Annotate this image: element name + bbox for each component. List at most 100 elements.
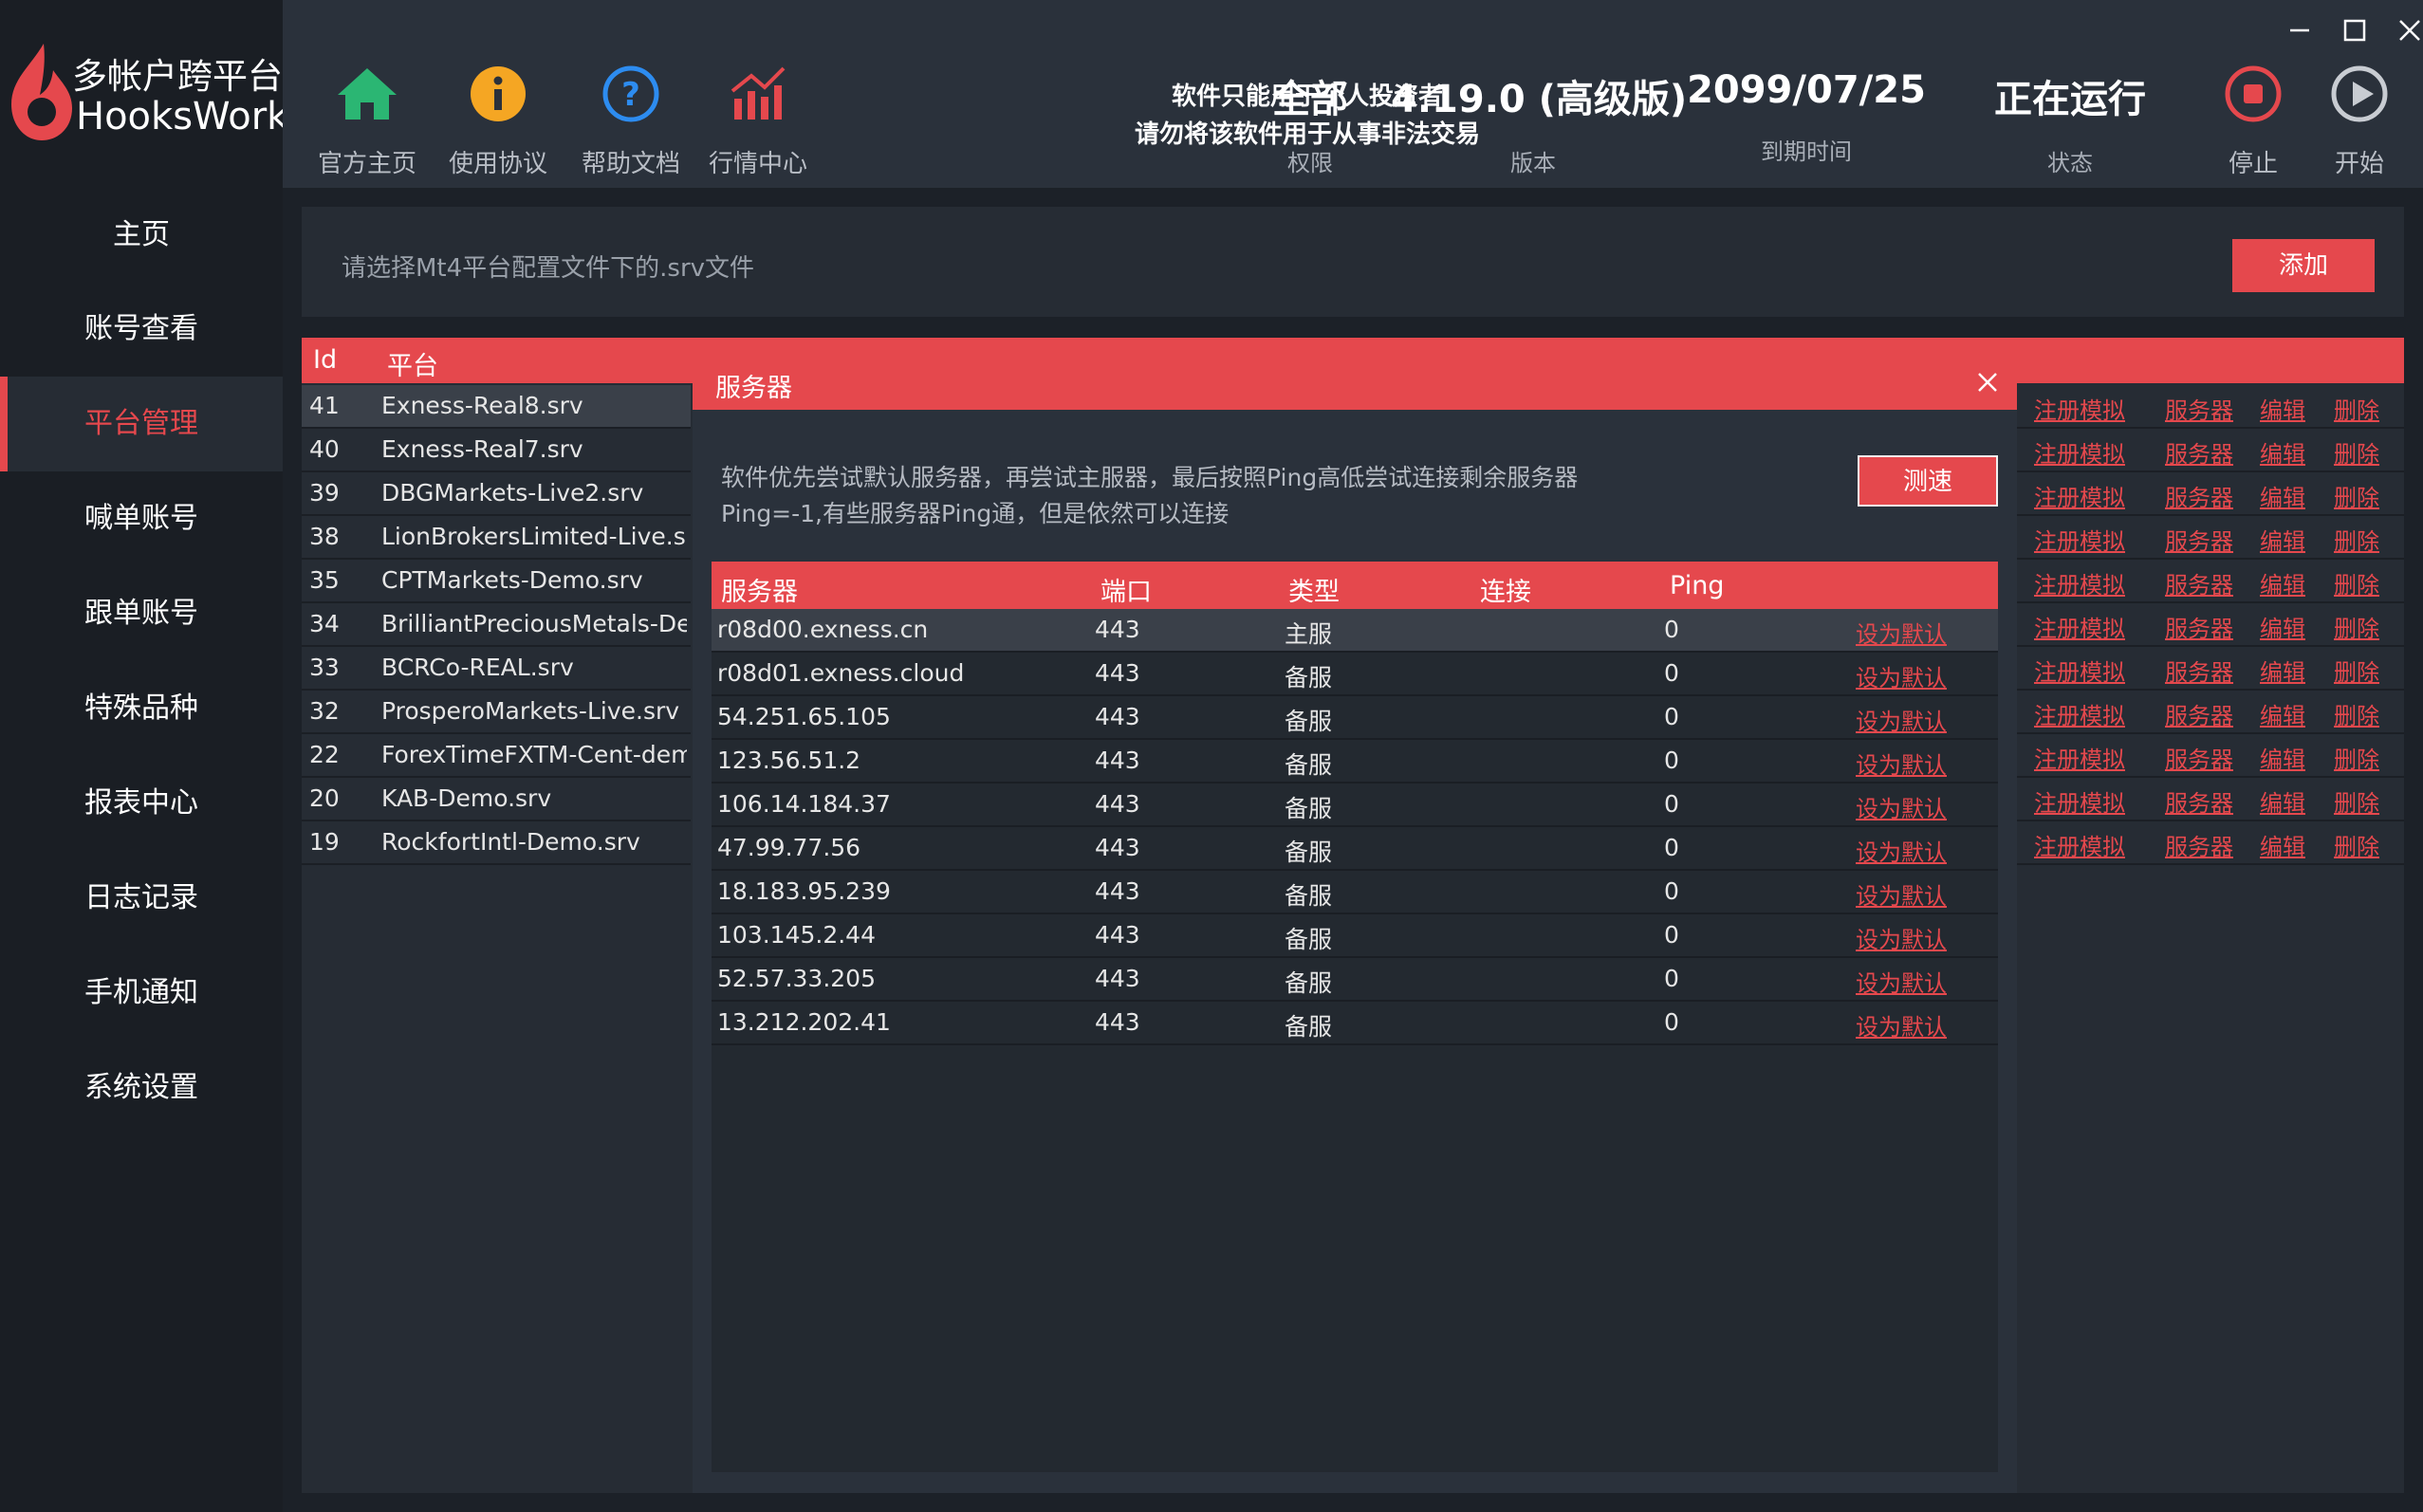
- col-type: 类型: [1288, 578, 1340, 607]
- speed-test-button[interactable]: 测速: [1858, 455, 1998, 507]
- edit-link[interactable]: 编辑: [2260, 523, 2305, 556]
- register-demo-link[interactable]: 注册模拟: [2034, 523, 2125, 556]
- servers-link[interactable]: 服务器: [2165, 479, 2233, 512]
- register-demo-link[interactable]: 注册模拟: [2034, 741, 2125, 774]
- server-row[interactable]: 54.251.65.105 443 备服 0 设为默认: [712, 696, 1998, 740]
- server-row[interactable]: 52.57.33.205 443 备服 0 设为默认: [712, 958, 1998, 1002]
- delete-link[interactable]: 删除: [2334, 654, 2379, 687]
- platform-row[interactable]: 41 Exness-Real8.srv: [302, 385, 691, 429]
- set-default-link[interactable]: 设为默认: [1856, 877, 1947, 911]
- register-demo-link[interactable]: 注册模拟: [2034, 610, 2125, 643]
- set-default-link[interactable]: 设为默认: [1856, 659, 1947, 692]
- stop-button[interactable]: 停止: [2201, 61, 2305, 179]
- register-demo-link[interactable]: 注册模拟: [2034, 654, 2125, 687]
- platform-row[interactable]: 38 LionBrokersLimited-Live.srv: [302, 516, 691, 560]
- servers-link[interactable]: 服务器: [2165, 566, 2233, 599]
- platform-row[interactable]: 35 CPTMarkets-Demo.srv: [302, 560, 691, 603]
- nav-mobile-notify[interactable]: 手机通知: [0, 946, 283, 1041]
- edit-link[interactable]: 编辑: [2260, 741, 2305, 774]
- register-demo-link[interactable]: 注册模拟: [2034, 566, 2125, 599]
- delete-link[interactable]: 删除: [2334, 435, 2379, 469]
- servers-link[interactable]: 服务器: [2165, 741, 2233, 774]
- set-default-link[interactable]: 设为默认: [1856, 747, 1947, 780]
- platform-row[interactable]: 20 KAB-Demo.srv: [302, 778, 691, 821]
- server-row[interactable]: 106.14.184.37 443 备服 0 设为默认: [712, 784, 1998, 827]
- delete-link[interactable]: 删除: [2334, 479, 2379, 512]
- server-row[interactable]: 123.56.51.2 443 备服 0 设为默认: [712, 740, 1998, 784]
- register-demo-link[interactable]: 注册模拟: [2034, 435, 2125, 469]
- platform-row[interactable]: 39 DBGMarkets-Live2.srv: [302, 472, 691, 516]
- maximize-icon[interactable]: [2336, 11, 2374, 49]
- server-row[interactable]: 47.99.77.56 443 备服 0 设为默认: [712, 827, 1998, 871]
- nav-follow-accounts[interactable]: 跟单账号: [0, 566, 283, 661]
- minimize-icon[interactable]: [2281, 11, 2319, 49]
- register-demo-link[interactable]: 注册模拟: [2034, 697, 2125, 730]
- edit-link[interactable]: 编辑: [2260, 479, 2305, 512]
- nav-logs[interactable]: 日志记录: [0, 851, 283, 946]
- edit-link[interactable]: 编辑: [2260, 784, 2305, 818]
- set-default-link[interactable]: 设为默认: [1856, 616, 1947, 649]
- nav-settings[interactable]: 系统设置: [0, 1041, 283, 1135]
- close-icon[interactable]: [1971, 366, 2004, 398]
- platform-row[interactable]: 19 RockfortIntl-Demo.srv: [302, 821, 691, 865]
- nav-account-view[interactable]: 账号查看: [0, 282, 283, 377]
- start-button[interactable]: 开始: [2307, 61, 2412, 179]
- register-demo-link[interactable]: 注册模拟: [2034, 784, 2125, 818]
- delete-link[interactable]: 删除: [2334, 697, 2379, 730]
- nav-reports[interactable]: 报表中心: [0, 756, 283, 851]
- delete-link[interactable]: 删除: [2334, 610, 2379, 643]
- edit-link[interactable]: 编辑: [2260, 697, 2305, 730]
- set-default-link[interactable]: 设为默认: [1856, 921, 1947, 954]
- set-default-link[interactable]: 设为默认: [1856, 703, 1947, 736]
- agreement-button[interactable]: 使用协议: [436, 61, 560, 179]
- set-default-link[interactable]: 设为默认: [1856, 790, 1947, 823]
- home-page-button[interactable]: 官方主页: [305, 61, 429, 179]
- register-demo-link[interactable]: 注册模拟: [2034, 392, 2125, 425]
- platform-row[interactable]: 33 BCRCo-REAL.srv: [302, 647, 691, 691]
- delete-link[interactable]: 删除: [2334, 784, 2379, 818]
- servers-link[interactable]: 服务器: [2165, 654, 2233, 687]
- server-row[interactable]: 18.183.95.239 443 备服 0 设为默认: [712, 871, 1998, 914]
- platform-row[interactable]: 32 ProsperoMarkets-Live.srv: [302, 691, 691, 734]
- servers-link[interactable]: 服务器: [2165, 828, 2233, 861]
- srv-file-input[interactable]: 请选择Mt4平台配置文件下的.srv文件: [342, 249, 754, 284]
- server-row[interactable]: r08d01.exness.cloud 443 备服 0 设为默认: [712, 653, 1998, 696]
- server-row[interactable]: 13.212.202.41 443 备服 0 设为默认: [712, 1002, 1998, 1045]
- platform-row[interactable]: 22 ForexTimeFXTM-Cent-demo.srv: [302, 734, 691, 778]
- edit-link[interactable]: 编辑: [2260, 828, 2305, 861]
- edit-link[interactable]: 编辑: [2260, 610, 2305, 643]
- nav-home[interactable]: 主页: [0, 188, 283, 283]
- nav-platform-management[interactable]: 平台管理: [0, 377, 283, 471]
- register-demo-link[interactable]: 注册模拟: [2034, 479, 2125, 512]
- set-default-link[interactable]: 设为默认: [1856, 965, 1947, 998]
- edit-link[interactable]: 编辑: [2260, 566, 2305, 599]
- nav-special-symbols[interactable]: 特殊品种: [0, 661, 283, 756]
- register-demo-link[interactable]: 注册模拟: [2034, 828, 2125, 861]
- nav-signal-accounts[interactable]: 喊单账号: [0, 471, 283, 566]
- servers-link[interactable]: 服务器: [2165, 784, 2233, 818]
- help-docs-button[interactable]: ? 帮助文档: [569, 61, 693, 179]
- platform-row[interactable]: 34 BrilliantPreciousMetals-Demo.srv: [302, 603, 691, 647]
- delete-link[interactable]: 删除: [2334, 392, 2379, 425]
- edit-link[interactable]: 编辑: [2260, 654, 2305, 687]
- edit-link[interactable]: 编辑: [2260, 435, 2305, 469]
- server-row[interactable]: 103.145.2.44 443 备服 0 设为默认: [712, 914, 1998, 958]
- servers-link[interactable]: 服务器: [2165, 523, 2233, 556]
- add-button[interactable]: 添加: [2232, 239, 2375, 292]
- server-row[interactable]: r08d00.exness.cn 443 主服 0 设为默认: [712, 609, 1998, 653]
- edit-link[interactable]: 编辑: [2260, 392, 2305, 425]
- delete-link[interactable]: 删除: [2334, 828, 2379, 861]
- platform-row[interactable]: 40 Exness-Real7.srv: [302, 429, 691, 472]
- platform-action-row: 注册模拟 服务器 编辑 删除: [2017, 516, 2404, 560]
- servers-link[interactable]: 服务器: [2165, 392, 2233, 425]
- delete-link[interactable]: 删除: [2334, 523, 2379, 556]
- servers-link[interactable]: 服务器: [2165, 435, 2233, 469]
- delete-link[interactable]: 删除: [2334, 741, 2379, 774]
- set-default-link[interactable]: 设为默认: [1856, 1008, 1947, 1042]
- servers-link[interactable]: 服务器: [2165, 610, 2233, 643]
- set-default-link[interactable]: 设为默认: [1856, 834, 1947, 867]
- servers-link[interactable]: 服务器: [2165, 697, 2233, 730]
- delete-link[interactable]: 删除: [2334, 566, 2379, 599]
- market-center-button[interactable]: 行情中心: [696, 61, 820, 179]
- close-window-icon[interactable]: [2391, 11, 2423, 49]
